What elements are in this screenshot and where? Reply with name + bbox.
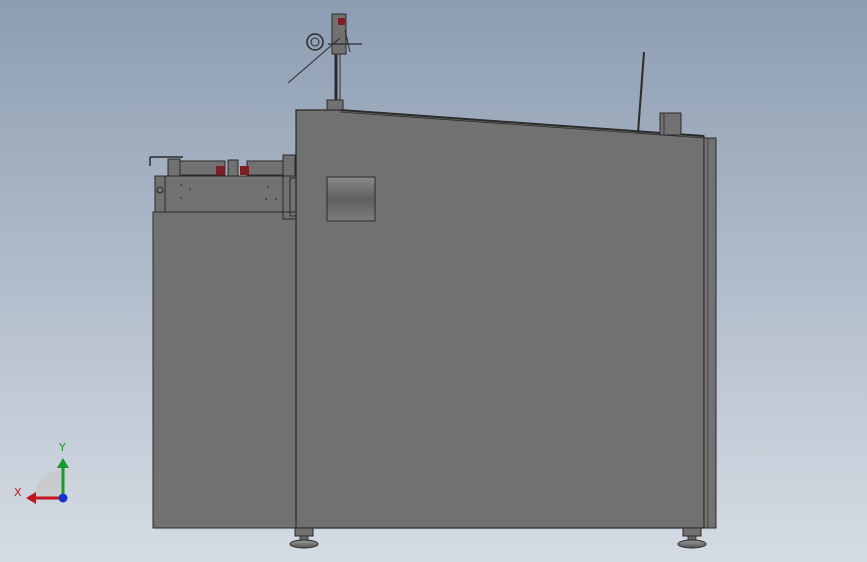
main-cabinet[interactable] [295, 109, 717, 529]
triad-graphic [26, 458, 69, 504]
sensor-box[interactable] [659, 112, 682, 136]
axis-y-label: Y [59, 441, 66, 454]
left-cabinet[interactable] [152, 211, 297, 529]
axis-x-label: X [14, 486, 22, 499]
graphics-viewport[interactable]: Y X [0, 0, 867, 562]
model-view[interactable] [0, 0, 867, 562]
roller[interactable] [326, 176, 376, 222]
coordinate-triad: Y X [12, 440, 82, 510]
